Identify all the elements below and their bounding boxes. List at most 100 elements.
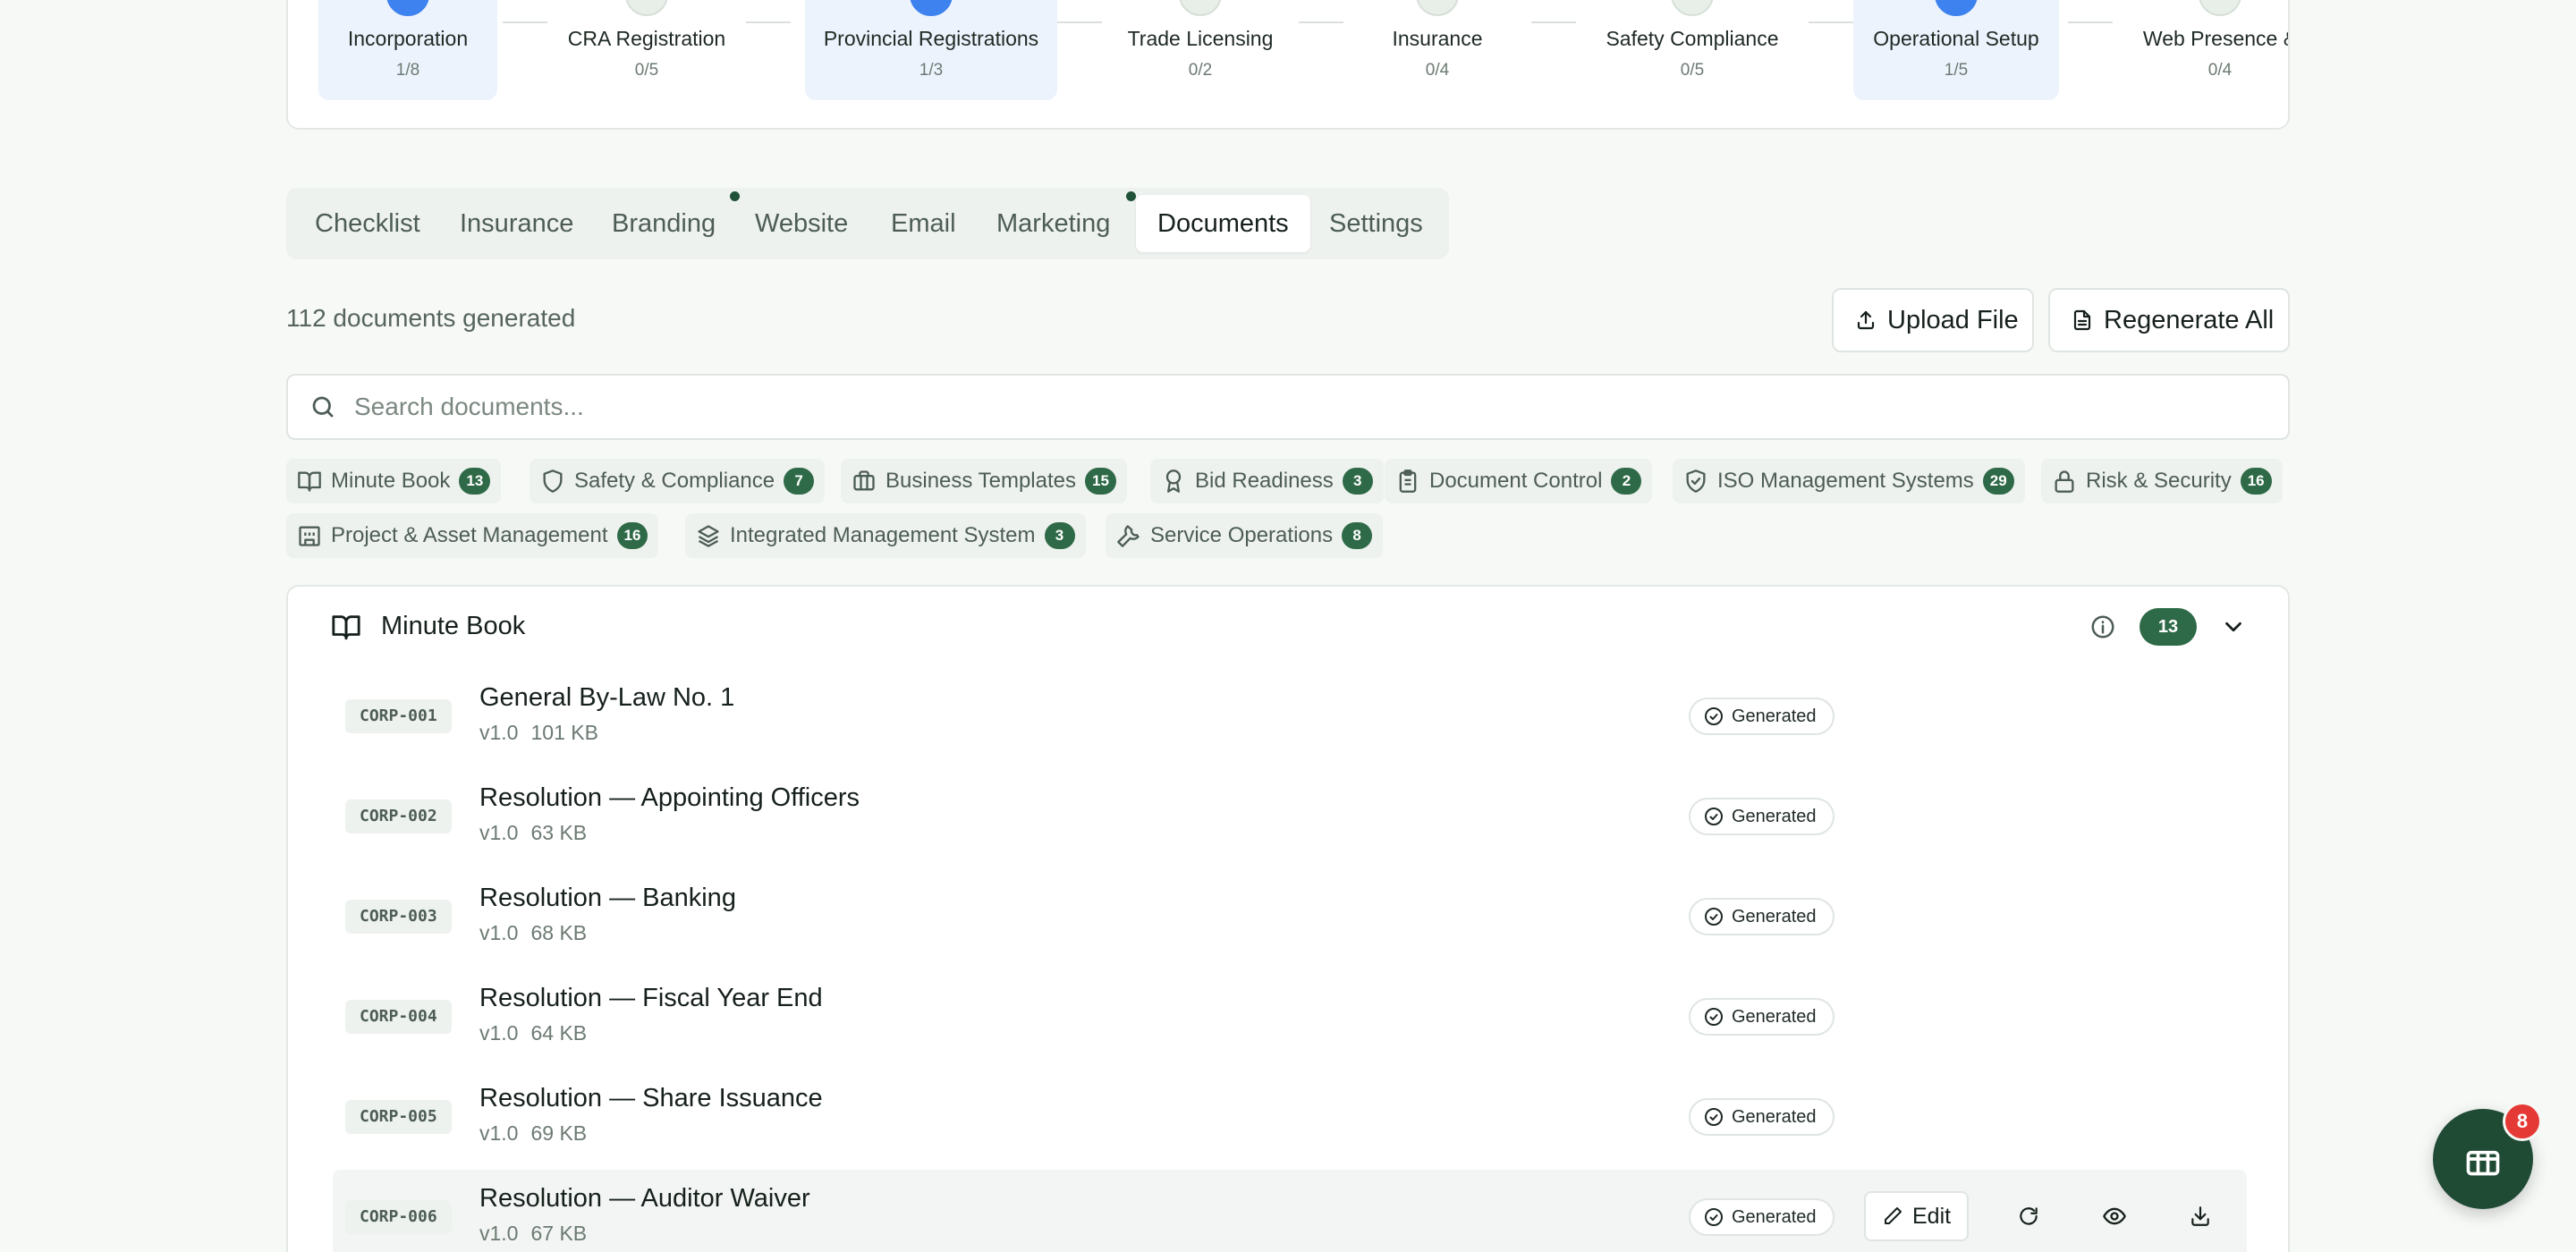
category-chip-bid-readiness[interactable]: Bid Readiness 3 <box>1150 459 1384 503</box>
check-circle-icon <box>1703 1106 1724 1128</box>
category-chip-minute-book[interactable]: Minute Book 13 <box>286 459 502 503</box>
status-badge: Generated <box>1689 1098 1835 1136</box>
upload-file-label: Upload File <box>1887 305 2019 334</box>
tab-website[interactable]: Website <box>733 195 869 252</box>
step-dot <box>1671 0 1714 16</box>
step-insurance[interactable]: Insurance 0/4 <box>1343 0 1531 100</box>
document-meta: v1.0 69 KB <box>479 1121 599 1146</box>
step-dot <box>386 0 429 16</box>
category-chip-integrated-management[interactable]: Integrated Management System 3 <box>685 513 1086 558</box>
category-chip-project-asset[interactable]: Project & Asset Management 16 <box>286 513 659 558</box>
chevron-down-icon[interactable] <box>2220 613 2247 640</box>
regenerate-all-label: Regenerate All <box>2104 305 2275 334</box>
document-version: v1.0 <box>479 1222 519 1245</box>
briefcase-icon <box>852 469 877 494</box>
edit-button[interactable]: Edit <box>1864 1191 1970 1241</box>
progress-stepper: Incorporation 1/8 CRA Registration 0/5 P… <box>286 0 2290 130</box>
step-connector <box>1057 21 1102 23</box>
category-chip-service-operations[interactable]: Service Operations 8 <box>1106 513 1384 558</box>
step-count: 1/8 <box>395 61 420 80</box>
chip-count-badge: 15 <box>1085 468 1116 495</box>
chip-label: Project & Asset Management <box>331 523 608 547</box>
category-chip-business-templates[interactable]: Business Templates 15 <box>841 459 1127 503</box>
document-row[interactable]: CORP-003 Resolution — Banking v1.0 68 KB … <box>333 869 2247 962</box>
download-icon[interactable] <box>2186 1202 2215 1231</box>
step-count: 1/5 <box>1944 61 1969 80</box>
chip-label: Safety & Compliance <box>574 469 775 493</box>
status-label: Generated <box>1732 906 1817 926</box>
step-cra-registration[interactable]: CRA Registration 0/5 <box>547 0 746 100</box>
tab-documents[interactable]: Documents <box>1136 195 1310 252</box>
chip-count-badge: 3 <box>1044 522 1075 549</box>
document-row[interactable]: CORP-006 Resolution — Auditor Waiver v1.… <box>333 1170 2247 1252</box>
document-row[interactable]: CORP-004 Resolution — Fiscal Year End v1… <box>333 969 2247 1062</box>
chip-label: ISO Management Systems <box>1717 469 1974 493</box>
step-count: 0/4 <box>2207 61 2233 80</box>
tab-notification-dot <box>1126 191 1136 201</box>
tab-email[interactable]: Email <box>869 195 978 252</box>
step-safety-compliance[interactable]: Safety Compliance 0/5 <box>1576 0 1809 100</box>
step-name: Operational Setup <box>1873 27 2039 50</box>
document-title: Resolution — Share Issuance <box>479 1084 823 1112</box>
check-circle-icon <box>1703 1206 1724 1228</box>
step-incorporation[interactable]: Incorporation 1/8 <box>318 0 497 100</box>
document-size: 67 KB <box>530 1222 588 1245</box>
gift-icon <box>2463 1139 2503 1179</box>
status-badge: Generated <box>1689 698 1835 735</box>
category-chip-iso-management[interactable]: ISO Management Systems 29 <box>1673 459 2025 503</box>
document-row[interactable]: CORP-005 Resolution — Share Issuance v1.… <box>333 1070 2247 1163</box>
step-name: Provincial Registrations <box>823 27 1039 50</box>
chip-label: Bid Readiness <box>1195 469 1334 493</box>
document-title: General By-Law No. 1 <box>479 683 735 712</box>
search-input[interactable] <box>354 393 2288 421</box>
info-icon[interactable] <box>2089 613 2116 640</box>
tab-marketing[interactable]: Marketing <box>975 195 1131 252</box>
status-label: Generated <box>1732 706 1817 726</box>
panel-count-badge: 13 <box>2140 608 2197 646</box>
category-chip-document-control[interactable]: Document Control 2 <box>1385 459 1653 503</box>
regenerate-all-button[interactable]: Regenerate All <box>2048 288 2290 352</box>
layers-icon <box>696 523 721 548</box>
chip-count-badge: 8 <box>1342 522 1373 549</box>
step-count: 0/5 <box>634 61 659 80</box>
document-row[interactable]: CORP-002 Resolution — Appointing Officer… <box>333 769 2247 862</box>
pencil-icon <box>1882 1205 1903 1227</box>
step-dot <box>1416 0 1459 16</box>
edit-label: Edit <box>1912 1203 1952 1229</box>
step-name: Trade Licensing <box>1127 27 1274 50</box>
document-code: CORP-002 <box>345 799 452 833</box>
tab-insurance[interactable]: Insurance <box>438 195 595 252</box>
document-row[interactable]: CORP-001 General By-Law No. 1 v1.0 101 KB… <box>333 669 2247 762</box>
step-operational-setup[interactable]: Operational Setup 1/5 <box>1853 0 2059 100</box>
step-connector <box>1531 21 1576 23</box>
chip-count-badge: 16 <box>616 522 648 549</box>
documents-summary: 112 documents generated <box>286 304 576 332</box>
tab-checklist[interactable]: Checklist <box>293 195 442 252</box>
category-chip-risk-security[interactable]: Risk & Security 16 <box>2041 459 2283 503</box>
status-badge: Generated <box>1689 798 1835 835</box>
step-web-presence[interactable]: Web Presence & 0/4 <box>2113 0 2288 100</box>
document-version: v1.0 <box>479 1121 519 1145</box>
regenerate-icon[interactable] <box>2014 1202 2043 1231</box>
step-provincial-registrations[interactable]: Provincial Registrations 1/3 <box>805 0 1057 100</box>
document-meta: v1.0 67 KB <box>479 1222 599 1246</box>
tab-bar: Checklist Insurance Branding Website Ema… <box>286 188 1449 259</box>
step-dot <box>2199 0 2241 16</box>
category-chip-safety-compliance[interactable]: Safety & Compliance 7 <box>530 459 826 503</box>
document-code: CORP-004 <box>345 1000 452 1034</box>
document-size: 64 KB <box>530 1021 588 1045</box>
status-badge: Generated <box>1689 1198 1835 1236</box>
chip-label: Minute Book <box>331 469 451 493</box>
lock-icon <box>2052 469 2077 494</box>
document-code: CORP-003 <box>345 900 452 934</box>
step-trade-licensing[interactable]: Trade Licensing 0/2 <box>1102 0 1299 100</box>
chip-label: Business Templates <box>886 469 1076 493</box>
document-size: 68 KB <box>530 921 588 944</box>
step-count: 0/2 <box>1188 61 1213 80</box>
eye-icon[interactable] <box>2100 1202 2129 1231</box>
document-code: CORP-001 <box>345 699 452 733</box>
tab-branding[interactable]: Branding <box>590 195 737 252</box>
upload-file-button[interactable]: Upload File <box>1832 288 2034 352</box>
tab-settings[interactable]: Settings <box>1308 195 1445 252</box>
document-version: v1.0 <box>479 1021 519 1045</box>
